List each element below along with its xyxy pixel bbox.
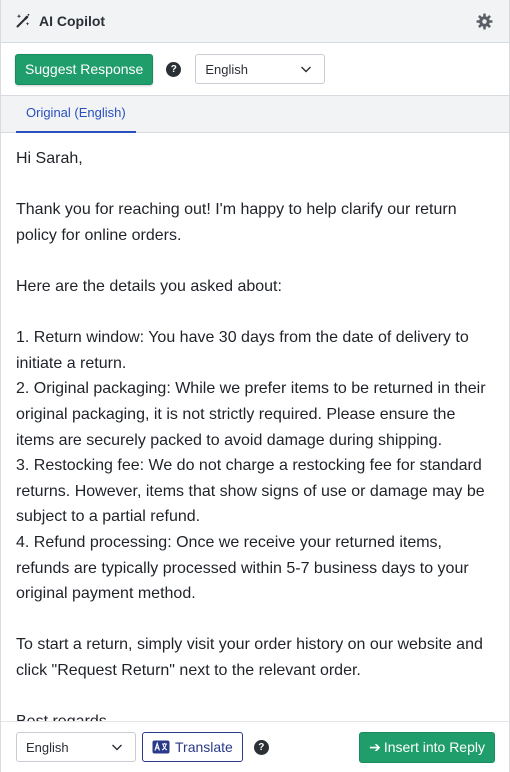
insert-into-reply-button[interactable]: ➔ Insert into Reply xyxy=(359,731,495,763)
suggest-response-button[interactable]: Suggest Response xyxy=(15,53,154,85)
tab-original[interactable]: Original (English) xyxy=(16,96,136,133)
chevron-down-icon xyxy=(300,63,312,75)
help-icon[interactable]: ? xyxy=(166,61,182,77)
response-content[interactable]: Hi Sarah, Thank you for reaching out! I'… xyxy=(1,133,509,721)
gear-icon[interactable] xyxy=(476,13,493,30)
arrow-right-icon: ➔ xyxy=(369,738,381,755)
magic-wand-icon xyxy=(15,13,31,29)
footer-bar: English Translate ? ➔ Insert into Reply xyxy=(1,721,509,772)
target-language-select[interactable]: English xyxy=(16,732,136,762)
tab-bar: Original (English) xyxy=(1,95,509,133)
toolbar: Suggest Response ? English xyxy=(1,43,509,95)
panel-header: AI Copilot xyxy=(1,0,509,43)
language-select-value: English xyxy=(205,61,248,77)
chevron-down-icon xyxy=(111,741,123,753)
response-text: Hi Sarah, Thank you for reaching out! I'… xyxy=(16,150,486,721)
help-icon[interactable]: ? xyxy=(253,739,269,755)
insert-label: Insert into Reply xyxy=(383,739,485,755)
translate-icon xyxy=(152,740,170,754)
language-select[interactable]: English xyxy=(195,54,326,84)
translate-label: Translate xyxy=(175,739,233,755)
translate-button[interactable]: Translate xyxy=(142,732,243,762)
copilot-panel: AI Copilot Suggest Response ? English Or… xyxy=(0,0,510,772)
panel-title: AI Copilot xyxy=(39,13,106,29)
target-language-value: English xyxy=(26,739,69,755)
